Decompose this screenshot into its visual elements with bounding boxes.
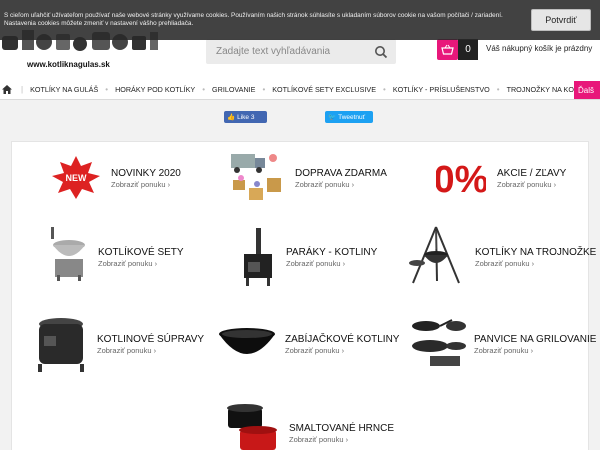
nav-item-prislusenstvo[interactable]: KOTLÍKY - PRÍSLUŠENSTVO [391, 85, 492, 94]
category-title[interactable]: PANVICE NA GRILOVANIE [474, 334, 596, 345]
page: www.kotliknagulas.sk 0 Váš nákupný košík… [0, 0, 600, 450]
nav-separator: • [383, 85, 386, 94]
category-link[interactable]: Zobraziť ponuku › [474, 346, 533, 355]
thumbs-up-icon: 👍 [227, 114, 236, 121]
nav-separator: • [202, 85, 206, 94]
category-title[interactable]: KOTLINOVÉ SÚPRAVY [97, 334, 204, 345]
category-title[interactable]: DOPRAVA ZDARMA [295, 168, 387, 179]
nav-item-horaky[interactable]: HORÁKY POD KOTLÍKY [113, 85, 197, 94]
pan-icon [412, 319, 466, 366]
search-icon[interactable] [374, 45, 388, 59]
category-link[interactable]: Zobraziť ponuku › [111, 180, 170, 189]
basket-icon [441, 44, 454, 55]
nav-item-grilovanie[interactable]: GRILOVANIE [210, 85, 257, 94]
svg-text:NEW: NEW [66, 173, 88, 183]
category-title[interactable]: AKCIE / ZĽAVY [497, 168, 566, 179]
twitter-bird-icon: 🐦 [328, 114, 337, 121]
svg-text:0%: 0% [436, 159, 486, 200]
nav-more-button[interactable]: Ďalš [574, 81, 600, 99]
cookie-text: S cieľom uľahčiť užívateľom používať naš… [4, 12, 503, 27]
tweet-label: Tweetnuť [338, 113, 366, 121]
stove-icon [244, 228, 272, 286]
enamel-pot-icon [227, 404, 277, 450]
category-title[interactable]: KOTLÍKOVÉ SETY [98, 247, 184, 258]
category-link[interactable]: Zobraziť ponuku › [285, 346, 344, 355]
pot-icon [219, 328, 275, 354]
cookie-confirm-button[interactable]: Potvrdiť [531, 9, 591, 31]
nav-item-sety-exclusive[interactable]: KOTLÍKOVÉ SETY EXCLUSIVE [270, 85, 378, 94]
search-input[interactable] [206, 39, 396, 64]
kettle-set-icon [51, 227, 85, 281]
logo-url[interactable]: www.kotliknagulas.sk [27, 60, 110, 69]
category-link[interactable]: Zobraziť ponuku › [475, 259, 534, 268]
category-link[interactable]: Zobraziť ponuku › [497, 180, 556, 189]
category-link[interactable]: Zobraziť ponuku › [289, 435, 348, 444]
nav-separator: • [262, 85, 266, 94]
category-link[interactable]: Zobraziť ponuku › [97, 346, 156, 355]
home-icon[interactable] [2, 85, 16, 94]
cauldron-icon [38, 318, 84, 372]
main-nav: | KOTLÍKY NA GULÁŠ • HORÁKY POD KOTLÍKY … [0, 80, 600, 100]
new-badge-icon: NEW [52, 156, 100, 199]
category-title[interactable]: SMALTOVANÉ HRNCE [289, 423, 394, 434]
delivery-icon [231, 154, 281, 200]
like-label: Like 3 [237, 113, 255, 121]
percent-icon: 0% [436, 159, 486, 200]
category-link[interactable]: Zobraziť ponuku › [295, 180, 354, 189]
category-title[interactable]: NOVINKY 2020 [111, 168, 181, 179]
category-title[interactable]: ZABÍJAČKOVÉ KOTLINY [285, 334, 399, 345]
cart-status-text[interactable]: Váš nákupný košík je prázdny [486, 44, 592, 53]
category-link[interactable]: Zobraziť ponuku › [286, 259, 345, 268]
nav-separator: | [21, 85, 24, 94]
tripod-icon [409, 226, 460, 284]
cookie-bar: S cieľom uľahčiť užívateľom používať naš… [0, 0, 600, 40]
category-title[interactable]: KOTLÍKY NA TROJNOŽKE [475, 247, 596, 258]
nav-item-kotliky-na-gulas[interactable]: KOTLÍKY NA GULÁŠ [28, 85, 100, 94]
nav-separator: • [105, 85, 109, 94]
cart-icon[interactable] [437, 39, 458, 60]
tweet-button[interactable]: 🐦 Tweetnuť [325, 111, 373, 123]
category-title[interactable]: PARÁKY - KOTLINY [286, 247, 377, 258]
cart-count[interactable]: 0 [458, 39, 478, 60]
nav-separator: • [496, 85, 500, 94]
category-link[interactable]: Zobraziť ponuku › [98, 259, 157, 268]
facebook-like-button[interactable]: 👍 Like 3 [224, 111, 267, 123]
